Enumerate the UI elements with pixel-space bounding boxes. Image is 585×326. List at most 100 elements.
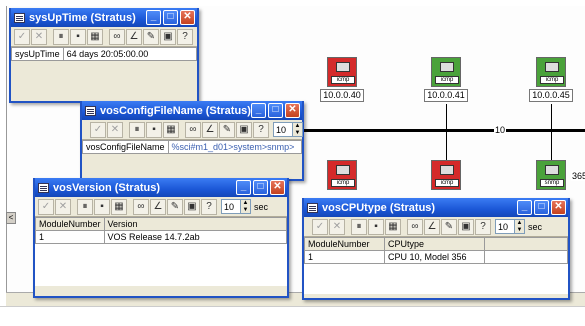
check-icon[interactable]: ✓ [38, 198, 54, 215]
vosversion-window: vosVersion (Stratus) _ □ ✕ ✓ ✕ ⏸ ▪ ▦ ∞ ∠… [33, 178, 289, 298]
cancel-icon[interactable]: ✕ [107, 121, 123, 138]
interval-unit: sec [254, 201, 269, 212]
interval-input[interactable] [495, 219, 515, 234]
partial-node-label: 365 [571, 171, 585, 181]
table-row[interactable]: 1 CPU 10, Model 356 [304, 250, 568, 264]
interval-input[interactable] [273, 122, 293, 137]
chart-icon[interactable]: ▦ [87, 28, 103, 45]
minimize-button[interactable]: _ [517, 200, 532, 215]
check-icon[interactable]: ✓ [14, 28, 30, 45]
edit-icon[interactable]: ✎ [441, 218, 457, 235]
host-snmp-icon: icmp [431, 57, 461, 87]
minimize-button[interactable]: _ [251, 103, 266, 118]
close-button[interactable]: ✕ [270, 180, 285, 195]
cancel-icon[interactable]: ✕ [329, 218, 345, 235]
help-icon[interactable]: ? [253, 121, 269, 138]
help-icon[interactable]: ? [475, 218, 491, 235]
table-cell: 1 [35, 230, 105, 244]
stepper-arrows[interactable]: ▲ ▼ [241, 199, 251, 214]
window-title: vosConfigFileName (Stratus) [100, 104, 251, 117]
network-node[interactable]: icmp 10.0.0.45 [519, 57, 583, 102]
close-button[interactable]: ✕ [180, 10, 195, 25]
save-icon[interactable]: ▣ [184, 198, 200, 215]
window-titlebar[interactable]: vosVersion (Stratus) _ □ ✕ [35, 178, 287, 197]
interval-stepper[interactable]: ▲▼ sec [221, 199, 268, 214]
window-toolbar: ✓ ✕ ⏸ ▪ ▦ ∞ ∠ ✎ ▣ ? [11, 27, 197, 47]
edit-icon[interactable]: ✎ [219, 121, 235, 138]
maximize-button[interactable]: □ [268, 103, 283, 118]
help-icon[interactable]: ? [177, 28, 193, 45]
cancel-icon[interactable]: ✕ [55, 198, 71, 215]
save-icon[interactable]: ▣ [160, 28, 176, 45]
column-header[interactable]: CPUtype [384, 237, 485, 251]
window-toolbar: ✓ ✕ ⏸ ▪ ▦ ∞ ∠ ✎ ▣ ? ▲▼ sec [304, 217, 568, 237]
network-segment-line [286, 129, 585, 132]
interval-stepper[interactable]: ▲▼ sec [495, 219, 542, 234]
link-line [446, 104, 447, 130]
maximize-button[interactable]: □ [253, 180, 268, 195]
value-table: vosConfigFileName %sci#m1_d01>system>snm… [82, 140, 303, 154]
graph-icon[interactable]: ∠ [150, 198, 166, 215]
network-node[interactable]: icmp 10.0.0.40 [310, 57, 374, 102]
header-row: ModuleNumber Version [35, 217, 288, 231]
network-node[interactable]: icmp [310, 160, 374, 190]
window-titlebar[interactable]: vosCPUtype (Stratus) _ □ ✕ [304, 198, 568, 217]
table-cell: CPU 10, Model 356 [384, 250, 485, 264]
chart-icon[interactable]: ▦ [385, 218, 401, 235]
minimize-button[interactable]: _ [146, 10, 161, 25]
close-button[interactable]: ✕ [551, 200, 566, 215]
graph-icon[interactable]: ∠ [424, 218, 440, 235]
check-icon[interactable]: ✓ [90, 121, 106, 138]
save-icon[interactable]: ▣ [236, 121, 252, 138]
record-icon[interactable]: ▪ [94, 198, 110, 215]
table-icon [307, 202, 318, 213]
graph-icon[interactable]: ∠ [202, 121, 218, 138]
window-title: vosCPUtype (Stratus) [322, 201, 436, 214]
table-row[interactable]: sysUpTime 64 days 20:05:00.00 [11, 47, 198, 61]
stepper-arrows[interactable]: ▲ ▼ [515, 219, 525, 234]
network-node[interactable]: icmp 10.0.0.41 [414, 57, 478, 102]
binoculars-icon[interactable]: ∞ [407, 218, 423, 235]
column-header[interactable]: ModuleNumber [304, 237, 385, 251]
cancel-icon[interactable]: ✕ [31, 28, 47, 45]
pause-icon[interactable]: ⏸ [129, 121, 145, 138]
host-snmp-icon: icmp [431, 160, 461, 190]
column-header[interactable]: Version [103, 217, 288, 231]
graph-icon[interactable]: ∠ [126, 28, 142, 45]
help-icon[interactable]: ? [201, 198, 217, 215]
pause-icon[interactable]: ⏸ [53, 28, 69, 45]
interval-stepper[interactable]: ▲▼ [273, 122, 303, 137]
binoculars-icon[interactable]: ∞ [109, 28, 125, 45]
window-titlebar[interactable]: vosConfigFileName (Stratus) _ □ ✕ [82, 101, 302, 120]
status-bar [0, 306, 585, 326]
maximize-button[interactable]: □ [163, 10, 178, 25]
column-header[interactable]: ModuleNumber [35, 217, 105, 231]
record-icon[interactable]: ▪ [146, 121, 162, 138]
pause-icon[interactable]: ⏸ [351, 218, 367, 235]
row-value: %sci#m1_d01>system>snmp> [167, 140, 303, 154]
close-button[interactable]: ✕ [285, 103, 300, 118]
minimize-button[interactable]: _ [236, 180, 251, 195]
check-icon[interactable]: ✓ [312, 218, 328, 235]
sysuptime-window: sysUpTime (Stratus) _ □ ✕ ✓ ✕ ⏸ ▪ ▦ ∞ ∠ … [9, 8, 199, 103]
save-icon[interactable]: ▣ [458, 218, 474, 235]
window-title: sysUpTime (Stratus) [29, 11, 136, 24]
network-node[interactable]: icmp [414, 160, 478, 190]
chart-icon[interactable]: ▦ [111, 198, 127, 215]
binoculars-icon[interactable]: ∞ [185, 121, 201, 138]
window-toolbar: ✓ ✕ ⏸ ▪ ▦ ∞ ∠ ✎ ▣ ? ▲▼ sec [35, 197, 287, 217]
scroll-left-button[interactable]: < [6, 212, 16, 224]
chart-icon[interactable]: ▦ [163, 121, 179, 138]
stepper-arrows[interactable]: ▲ ▼ [293, 122, 303, 137]
record-icon[interactable]: ▪ [70, 28, 86, 45]
record-icon[interactable]: ▪ [368, 218, 384, 235]
table-row[interactable]: vosConfigFileName %sci#m1_d01>system>snm… [82, 140, 303, 154]
binoculars-icon[interactable]: ∞ [133, 198, 149, 215]
maximize-button[interactable]: □ [534, 200, 549, 215]
edit-icon[interactable]: ✎ [143, 28, 159, 45]
pause-icon[interactable]: ⏸ [77, 198, 93, 215]
window-titlebar[interactable]: sysUpTime (Stratus) _ □ ✕ [11, 8, 197, 27]
edit-icon[interactable]: ✎ [167, 198, 183, 215]
interval-input[interactable] [221, 199, 241, 214]
table-row[interactable]: 1 VOS Release 14.7.2ab [35, 230, 288, 244]
